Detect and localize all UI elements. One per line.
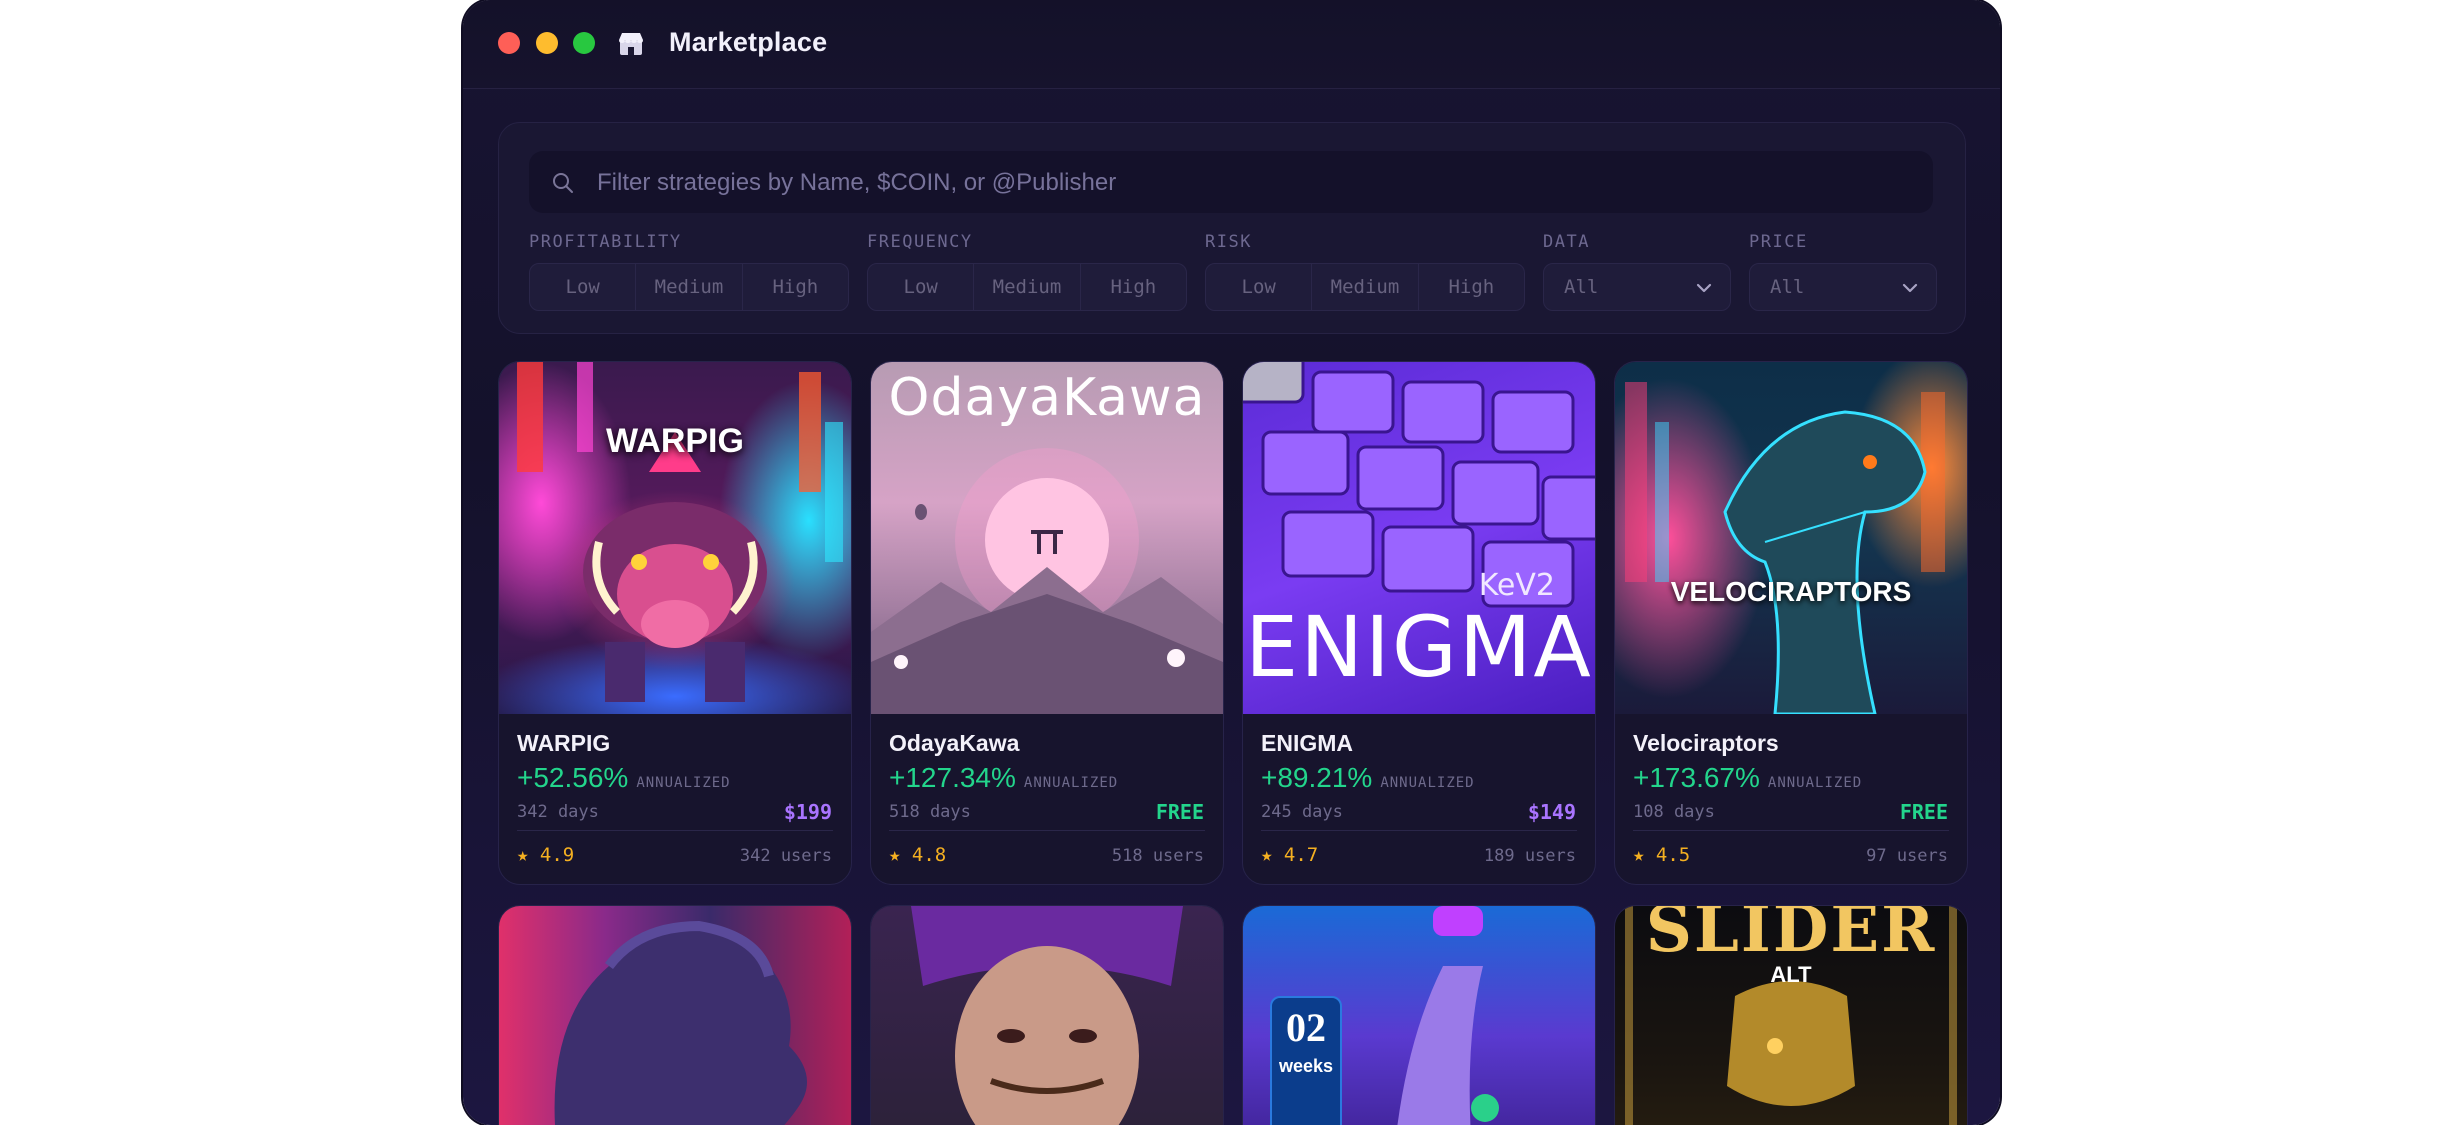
- card-divider: [1261, 830, 1577, 831]
- odayakawa-art-title: OdayaKawa: [888, 368, 1206, 428]
- window-title: Marketplace: [669, 27, 828, 57]
- frequency-low-option[interactable]: Low: [868, 264, 975, 310]
- performance-value: +52.56%: [517, 762, 629, 793]
- performance-unit: ANNUALIZED: [636, 775, 731, 791]
- profitability-label: PROFITABILITY: [529, 232, 682, 252]
- profitability-high-option[interactable]: High: [743, 264, 848, 310]
- data-dropdown[interactable]: All: [1543, 263, 1731, 311]
- title-bar: Marketplace: [463, 0, 2000, 89]
- strategy-card-row2-3[interactable]: 02 weeks: [1242, 905, 1596, 1125]
- maximize-window-button[interactable]: [573, 32, 595, 54]
- performance-value: +89.21%: [1261, 762, 1373, 793]
- velociraptors-art-title: VELOCIRAPTORS: [1670, 576, 1912, 607]
- marketplace-window: Marketplace PROFITABILITY Low Medium Hig…: [463, 0, 2000, 1125]
- performance-value: +173.67%: [1633, 762, 1760, 793]
- strategy-card-warpig[interactable]: WARPIG WARPIG +52.56% ANNUALIZED 342 days…: [498, 361, 852, 885]
- strategy-users: 189 users: [1483, 846, 1576, 866]
- performance-unit: ANNUALIZED: [1767, 775, 1863, 791]
- strategy-rating: ★ 4.9: [517, 844, 575, 866]
- search-icon: [553, 173, 573, 193]
- strategy-rating: ★ 4.7: [1261, 844, 1319, 866]
- strategy-price: FREE: [1899, 800, 1948, 824]
- duration-badge: 02 weeks: [1270, 996, 1342, 1125]
- price-label: PRICE: [1749, 232, 1808, 252]
- strategy-age: 108 days: [1633, 802, 1715, 822]
- strategy-card-row2-2[interactable]: [870, 905, 1224, 1125]
- strategy-performance: +52.56% ANNUALIZED: [517, 762, 731, 794]
- strategy-age: 342 days: [517, 802, 599, 822]
- performance-unit: ANNUALIZED: [1023, 775, 1119, 791]
- search-input[interactable]: [595, 161, 1899, 205]
- chevron-down-icon: [1696, 283, 1712, 293]
- warrior-portrait-artwork: [871, 906, 1223, 1125]
- card-divider: [889, 830, 1205, 831]
- strategy-name: WARPIG: [517, 730, 611, 756]
- strategy-card-row2-1[interactable]: [498, 905, 852, 1125]
- strategy-card-row2-4[interactable]: SLIDER ALT: [1614, 905, 1968, 1125]
- duration-badge-unit: weeks: [1278, 1056, 1334, 1076]
- risk-low-option[interactable]: Low: [1206, 264, 1313, 310]
- strategy-card-enigma[interactable]: KeV2 ENIGMA ENIGMA +89.21% ANNUALIZED 245…: [1242, 361, 1596, 885]
- data-dropdown-value: All: [1564, 276, 1599, 298]
- strategy-name: ENIGMA: [1261, 730, 1353, 756]
- strategy-performance: +173.67% ANNUALIZED: [1633, 762, 1862, 794]
- strategy-performance: +89.21% ANNUALIZED: [1261, 762, 1475, 794]
- frequency-label: FREQUENCY: [867, 232, 973, 252]
- performance-value: +127.34%: [889, 762, 1016, 793]
- staircase-artwork: 02 weeks: [1243, 906, 1595, 1125]
- risk-high-option[interactable]: High: [1419, 264, 1524, 310]
- chevron-down-icon: [1902, 283, 1918, 293]
- strategy-performance: +127.34% ANNUALIZED: [889, 762, 1118, 794]
- minimize-window-button[interactable]: [536, 32, 558, 54]
- risk-label: RISK: [1205, 232, 1252, 252]
- warpig-artwork: WARPIG: [499, 362, 851, 714]
- strategy-price: $149: [1527, 800, 1576, 824]
- price-dropdown[interactable]: All: [1749, 263, 1937, 311]
- card-divider: [517, 830, 833, 831]
- strategy-price: $199: [783, 800, 832, 824]
- price-dropdown-value: All: [1770, 276, 1805, 298]
- strategy-users: 97 users: [1866, 846, 1948, 866]
- slider-alt-artwork: SLIDER ALT: [1615, 906, 1967, 1125]
- duration-badge-number: 02: [1286, 1005, 1326, 1050]
- frequency-high-option[interactable]: High: [1081, 264, 1186, 310]
- frequency-medium-option[interactable]: Medium: [974, 264, 1081, 310]
- statue-artwork: [499, 906, 851, 1125]
- warpig-art-title: WARPIG: [606, 422, 744, 460]
- enigma-art-title: ENIGMA: [1245, 598, 1593, 696]
- strategy-users: 518 users: [1111, 846, 1204, 866]
- risk-medium-option[interactable]: Medium: [1312, 264, 1419, 310]
- strategy-price: FREE: [1155, 800, 1204, 824]
- odayakawa-artwork: OdayaKawa: [871, 362, 1223, 714]
- store-icon: [619, 33, 643, 55]
- strategy-age: 245 days: [1261, 802, 1343, 822]
- close-window-button[interactable]: [498, 32, 520, 54]
- slider-art-subtitle: ALT: [1770, 962, 1812, 987]
- risk-segmented-control: Low Medium High: [1205, 263, 1525, 311]
- profitability-medium-option[interactable]: Medium: [636, 264, 743, 310]
- slider-art-title: SLIDER: [1645, 906, 1937, 967]
- frequency-segmented-control: Low Medium High: [867, 263, 1187, 311]
- strategy-name: OdayaKawa: [889, 730, 1020, 756]
- enigma-artwork: KeV2 ENIGMA: [1243, 362, 1595, 714]
- performance-unit: ANNUALIZED: [1380, 775, 1475, 791]
- search-box[interactable]: [529, 151, 1933, 213]
- data-label: DATA: [1543, 232, 1590, 252]
- strategy-rating: ★ 4.5: [1633, 844, 1691, 866]
- strategy-card-odayakawa[interactable]: OdayaKawa OdayaKawa +127.34% ANNUALIZED 5…: [870, 361, 1224, 885]
- velociraptors-artwork: VELOCIRAPTORS: [1615, 362, 1967, 714]
- strategy-rating: ★ 4.8: [889, 844, 947, 866]
- profitability-low-option[interactable]: Low: [530, 264, 637, 310]
- card-divider: [1633, 830, 1949, 831]
- profitability-segmented-control: Low Medium High: [529, 263, 849, 311]
- strategy-card-velociraptors[interactable]: VELOCIRAPTORS Velociraptors +173.67% ANNU…: [1614, 361, 1968, 885]
- filter-panel: PROFITABILITY Low Medium High FREQUENCY …: [498, 122, 1966, 334]
- strategy-name: Velociraptors: [1633, 730, 1779, 756]
- strategy-age: 518 days: [889, 802, 971, 822]
- strategy-users: 342 users: [739, 846, 832, 866]
